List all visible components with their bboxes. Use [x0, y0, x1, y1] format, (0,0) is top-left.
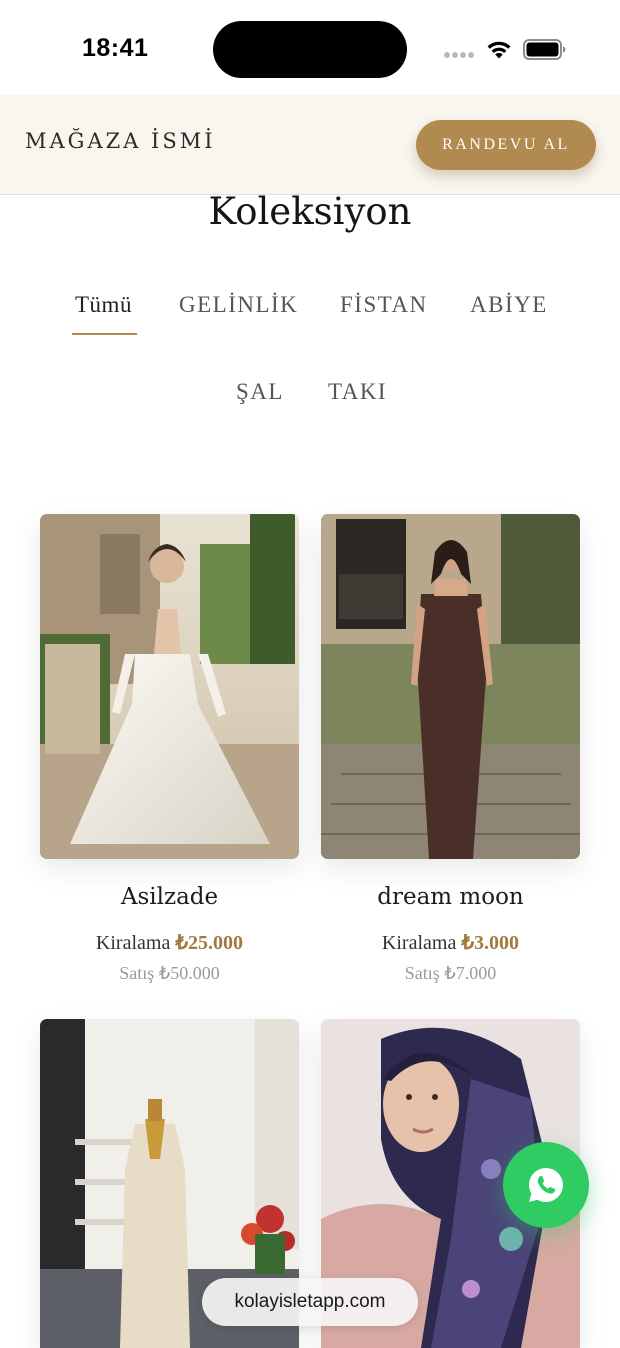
tab-shawl[interactable]: ŞAL: [236, 379, 284, 405]
product-sale-price: Satış ₺50.000: [119, 963, 220, 983]
battery-icon: [523, 39, 566, 60]
whatsapp-icon: [528, 1167, 563, 1202]
browser-url-pill[interactable]: kolayisletapp.com: [202, 1278, 418, 1326]
tab-bridal[interactable]: GELİNLİK: [179, 292, 298, 318]
signal-dots-icon: [444, 52, 476, 60]
tab-evening-gown[interactable]: ABİYE: [470, 292, 548, 318]
product-rental-price: Kiralama ₺25.000: [40, 930, 299, 955]
product-name[interactable]: Asilzade: [40, 884, 299, 910]
rental-label: Kiralama: [95, 932, 171, 954]
whatsapp-button[interactable]: [503, 1142, 589, 1228]
site-header: MAĞAZA İSMİ RANDEVU AL: [0, 95, 620, 195]
book-appointment-button[interactable]: RANDEVU AL: [416, 120, 596, 170]
rental-label: Kiralama: [381, 932, 457, 954]
dynamic-island: [213, 21, 407, 78]
status-bar: 18:41: [0, 0, 620, 95]
product-sale-price: Satış ₺7.000: [404, 963, 497, 983]
tab-dress[interactable]: FİSTAN: [340, 292, 428, 318]
rental-price-value: ₺25.000: [175, 932, 244, 954]
tab-all[interactable]: Tümü: [75, 292, 132, 318]
product-image-evening-dress[interactable]: [321, 514, 580, 859]
status-time: 18:41: [82, 34, 149, 62]
store-name[interactable]: MAĞAZA İSMİ: [25, 129, 216, 153]
collection-title: Koleksiyon: [208, 190, 412, 233]
product-rental-price: Kiralama ₺3.000: [321, 930, 580, 955]
product-name[interactable]: dream moon: [321, 884, 580, 910]
wifi-icon: [487, 41, 511, 59]
product-image-bridal-gown[interactable]: [40, 514, 299, 859]
active-tab-indicator: [72, 333, 137, 335]
rental-price-value: ₺3.000: [461, 932, 520, 954]
tab-jewelry[interactable]: TAKI: [328, 379, 387, 405]
